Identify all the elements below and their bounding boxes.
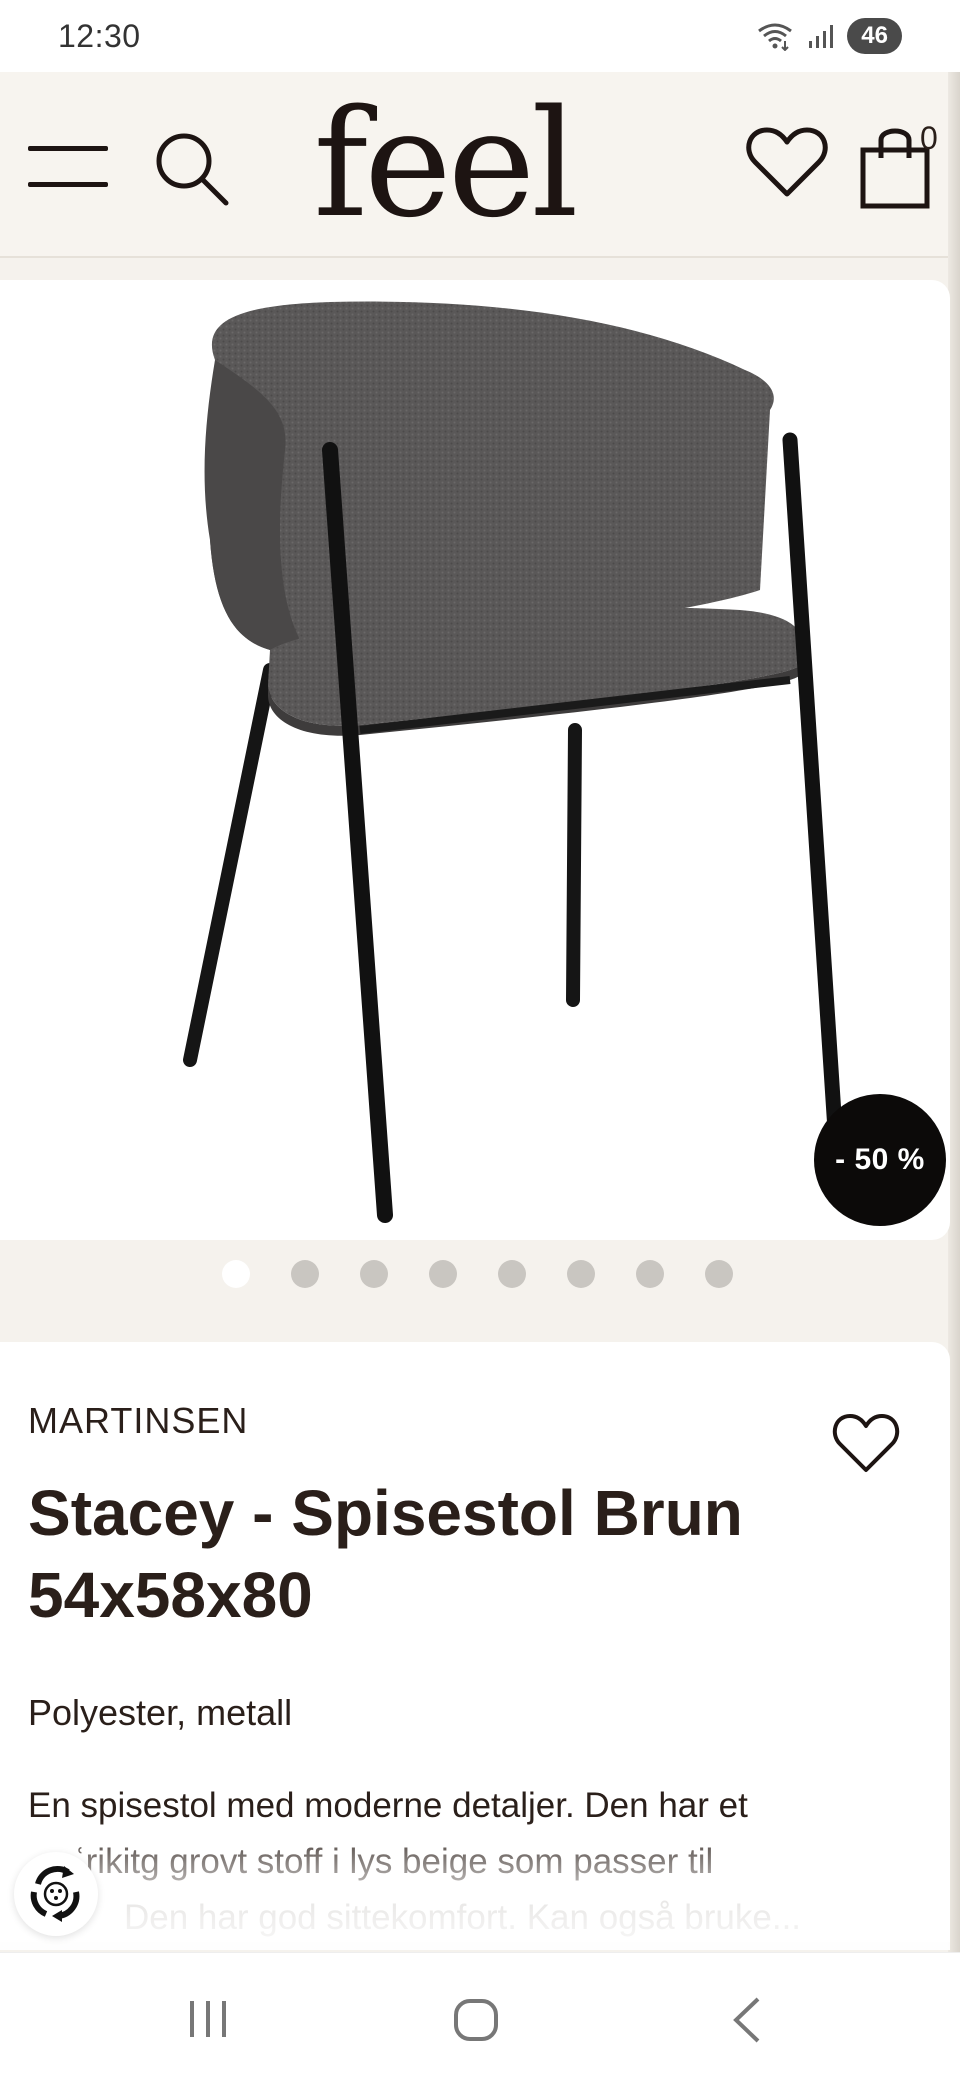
gallery-pagination — [222, 1260, 733, 1288]
status-bar: 12:30 46 — [0, 0, 960, 72]
system-nav-bar — [0, 1952, 960, 2080]
heart-icon[interactable] — [745, 124, 829, 200]
product-materials: Polyester, metall — [28, 1692, 293, 1733]
status-icons: 46 — [755, 18, 902, 54]
product-brand[interactable]: MARTINSEN — [28, 1400, 248, 1442]
gallery-dot[interactable] — [636, 1260, 664, 1288]
product-title: Stacey - Spisestol Brun 54x58x80 — [28, 1472, 848, 1636]
description-line: Den har god sittekomfort. Kan også bruke… — [124, 1898, 802, 1937]
gallery-dot[interactable] — [498, 1260, 526, 1288]
product-description[interactable]: En spisestol med moderne detaljer. Den h… — [28, 1778, 908, 1938]
gallery-dot[interactable] — [360, 1260, 388, 1288]
description-line: En spisestol med moderne detaljer. Den h… — [28, 1786, 748, 1825]
back-icon[interactable] — [730, 1995, 764, 2045]
recents-icon[interactable] — [186, 1999, 232, 2039]
gallery-dot[interactable] — [705, 1260, 733, 1288]
product-image-gallery[interactable] — [0, 280, 950, 1240]
battery-icon: 46 — [847, 18, 902, 54]
add-to-wishlist-heart-icon[interactable] — [832, 1412, 900, 1474]
home-icon[interactable] — [452, 1997, 500, 2043]
site-header: feel 0 — [0, 72, 960, 258]
wifi-icon — [755, 21, 795, 51]
description-line: ʿrikitg grovt stoff i lys beige som pass… — [74, 1842, 714, 1881]
product-page: 12:30 46 feel 0 - 50 % MARTINSEN Stacey … — [0, 0, 960, 2080]
gallery-dot[interactable] — [222, 1260, 250, 1288]
gallery-dot[interactable] — [291, 1260, 319, 1288]
product-title-line: Stacey - Spisestol Brun — [28, 1477, 743, 1549]
gallery-dot[interactable] — [429, 1260, 457, 1288]
discount-badge: - 50 % — [814, 1094, 946, 1226]
signal-icon — [807, 23, 835, 49]
product-dimensions: 54x58x80 — [28, 1559, 313, 1631]
product-info: MARTINSEN Stacey - Spisestol Brun 54x58x… — [0, 1342, 950, 1942]
product-image — [183, 301, 843, 1223]
recycle-icon[interactable] — [14, 1852, 98, 1936]
gallery-dot[interactable] — [567, 1260, 595, 1288]
status-time: 12:30 — [58, 17, 141, 54]
cart-count: 0 — [920, 120, 938, 156]
